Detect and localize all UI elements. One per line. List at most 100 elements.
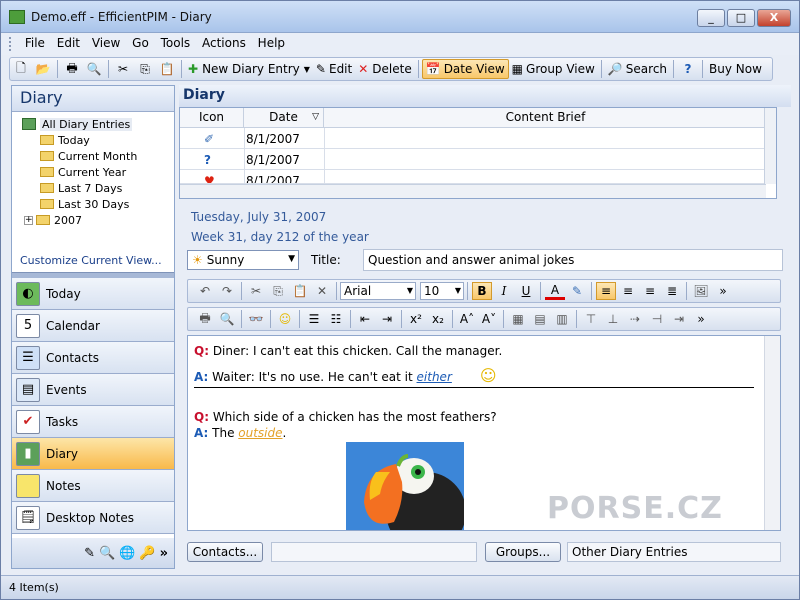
paste-icon[interactable]: 📋 [290,282,310,300]
groups-button[interactable]: Groups... [485,542,561,562]
tree-root[interactable]: All Diary Entries [22,116,133,132]
edit-button[interactable]: ✎ Edit [313,59,355,79]
tree-item-2007[interactable]: +2007 [24,212,82,228]
font-size-select[interactable]: 10 ▼ [420,282,464,300]
tree-item-last-7-days[interactable]: Last 7 Days [40,180,122,196]
customize-view-link[interactable]: Customize Current View... [20,254,162,267]
highlight-icon[interactable]: ✎ [567,282,587,300]
nav-diary[interactable]: ▮ Diary [12,438,174,470]
redo-icon[interactable]: ↷ [217,282,237,300]
menu-tools[interactable]: Tools [157,33,195,50]
buy-now-button[interactable]: Buy Now [706,59,765,79]
cut-icon[interactable]: ✂ [246,282,266,300]
grid-vertical-scrollbar[interactable] [764,108,776,184]
editor-scrollbar[interactable] [764,336,780,530]
print-icon[interactable]: 🖶 [195,310,215,328]
copy-icon[interactable]: ⎘ [268,282,288,300]
search-button[interactable]: 🔎 Search [605,59,670,79]
menu-help[interactable]: Help [254,33,289,50]
either-link[interactable]: either [417,370,452,384]
tree-item-current-year[interactable]: Current Year [40,164,126,180]
delete-icon[interactable]: ✕ [312,282,332,300]
search-small-icon[interactable]: 🔍 [99,546,115,561]
contacts-button[interactable]: Contacts... [187,542,263,562]
outdent-icon[interactable]: ⇤ [355,310,375,328]
tree-item-last-30-days[interactable]: Last 30 Days [40,196,129,212]
col-header-icon[interactable]: Icon [180,108,244,128]
split-cell-icon[interactable]: ⇥ [669,310,689,328]
new-file-icon[interactable]: 🗋 [11,60,31,78]
justify-icon[interactable]: ≣ [662,282,682,300]
table-props-icon[interactable]: ▤ [530,310,550,328]
more-chevron-icon[interactable]: » [160,546,168,561]
menu-go[interactable]: Go [128,33,153,50]
maximize-button[interactable]: □ [727,9,755,27]
emoticon-icon[interactable]: ☺ [275,310,295,328]
font-color-icon[interactable]: A [545,282,565,300]
insert-col-icon[interactable]: ⊥ [603,310,623,328]
font-select[interactable]: Arial ▼ [340,282,416,300]
superscript-icon[interactable]: x² [406,310,426,328]
table-row[interactable]: ♥ 8/1/2007 [180,170,766,184]
table-row[interactable]: ✐ 8/1/2007 [180,128,766,149]
toolbar-overflow-icon[interactable]: » [713,282,733,300]
nav-contacts[interactable]: ☰ Contacts [12,342,174,374]
tree-item-current-month[interactable]: Current Month [40,148,137,164]
globe-icon[interactable]: 🌐 [119,546,135,561]
menu-actions[interactable]: Actions [198,33,250,50]
col-header-date[interactable]: Date ▽ [244,108,324,128]
groups-field[interactable]: Other Diary Entries [567,542,781,562]
subscript-icon[interactable]: x₂ [428,310,448,328]
group-view-button[interactable]: ▦ Group View [509,59,598,79]
open-icon[interactable]: 📂 [33,60,53,78]
minimize-button[interactable]: _ [697,9,725,27]
tree-item-today[interactable]: Today [40,132,90,148]
align-right-icon[interactable]: ≡ [640,282,660,300]
nav-notes[interactable]: Notes [12,470,174,502]
col-header-content-brief[interactable]: Content Brief [324,108,768,128]
delete-col-icon[interactable]: ⊣ [647,310,667,328]
nav-events[interactable]: ▤ Events [12,374,174,406]
find-icon[interactable]: 👓 [246,310,266,328]
contacts-field[interactable] [271,542,477,562]
title-input[interactable]: Question and answer animal jokes [363,249,783,271]
indent-icon[interactable]: ⇥ [377,310,397,328]
cut-icon[interactable]: ✂ [113,60,133,78]
table-row[interactable]: ? 8/1/2007 [180,149,766,170]
bullet-list-icon[interactable]: ☰ [304,310,324,328]
menu-view[interactable]: View [88,33,124,50]
italic-icon[interactable]: I [494,282,514,300]
nav-tasks[interactable]: ✔ Tasks [12,406,174,438]
grip-handle[interactable] [9,37,15,51]
merge-cells-icon[interactable]: ▥ [552,310,572,328]
nav-calendar[interactable]: 5 Calendar [12,310,174,342]
copy-icon[interactable]: ⎘ [135,60,155,78]
key-icon[interactable]: 🔑 [139,546,155,561]
numbered-list-icon[interactable]: ☷ [326,310,346,328]
shrink-font-icon[interactable]: A˅ [479,310,499,328]
bold-icon[interactable]: B [472,282,492,300]
print-preview-icon[interactable]: 🔍 [84,60,104,78]
underline-icon[interactable]: U [516,282,536,300]
undo-icon[interactable]: ↶ [195,282,215,300]
nav-today[interactable]: ◐ Today [12,278,174,310]
diary-small-icon[interactable]: ✎ [84,546,95,561]
help-icon[interactable]: ? [678,60,698,78]
toolbar-overflow-icon[interactable]: » [691,310,711,328]
print-icon[interactable]: 🖶 [62,60,82,78]
align-center-icon[interactable]: ≡ [618,282,638,300]
insert-image-icon[interactable]: 🖼 [691,282,711,300]
print-preview-icon[interactable]: 🔍 [217,310,237,328]
paste-icon[interactable]: 📋 [157,60,177,78]
menu-file[interactable]: File [21,33,49,50]
nav-desktop-notes[interactable]: 🗒 Desktop Notes [12,502,174,534]
date-view-button[interactable]: 📅 Date View [421,59,509,79]
delete-row-icon[interactable]: ⇢ [625,310,645,328]
insert-table-icon[interactable]: ▦ [508,310,528,328]
grow-font-icon[interactable]: A˄ [457,310,477,328]
insert-row-icon[interactable]: ⊤ [581,310,601,328]
close-button[interactable]: X [757,9,791,27]
expand-icon[interactable]: + [24,215,33,225]
weather-select[interactable]: ☀ Sunny ▼ [187,250,299,270]
outside-link[interactable]: outside [238,426,282,440]
